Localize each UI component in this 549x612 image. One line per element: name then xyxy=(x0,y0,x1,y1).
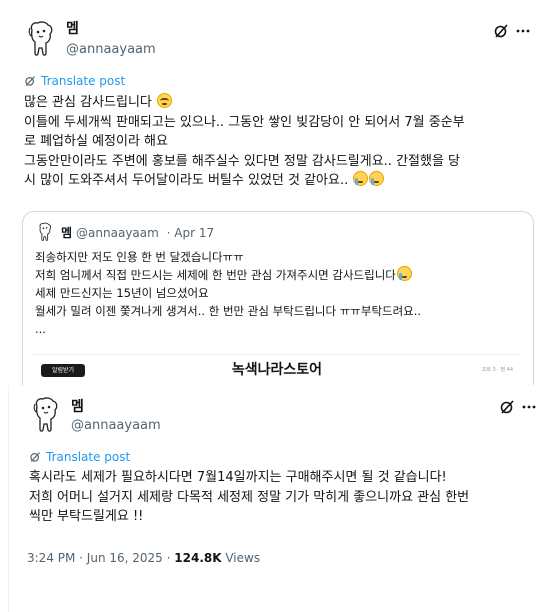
post-text: 혹시라도 세제가 필요하시다면 7월14일까지는 구매해주시면 될 것 같습니다… xyxy=(29,470,470,524)
post-timestamp[interactable]: 3:24 PM · Jun 16, 2025 · xyxy=(27,551,170,565)
translate-post-link[interactable]: Translate post xyxy=(29,449,130,465)
translate-icon xyxy=(30,452,40,462)
translate-icon xyxy=(25,76,35,86)
avatar-dog-icon xyxy=(28,21,53,56)
quote-handle: @annaayaam xyxy=(76,226,159,240)
post-2: 멤 @annaayaam Translate post 혹시라도 세제가 필요하… xyxy=(8,386,549,612)
quote-text: 죄송하지만 저도 인용 한 번 달겠습니다ㅠㅠ 저희 엄니께서 직접 만드시는 … xyxy=(35,250,422,336)
translate-label: Translate post xyxy=(46,450,131,464)
quoted-post[interactable]: 멤 @annaayaam · Apr 17 죄송하지만 저도 인용 한 번 달겠습… xyxy=(22,211,534,385)
quote-meta: 멤 @annaayaam · Apr 17 xyxy=(61,225,214,241)
banner-stats: 조회 3 · 찜 44 xyxy=(481,367,513,373)
quote-avatar xyxy=(37,222,53,242)
banner-title: 녹색나라스토어 xyxy=(231,362,323,378)
more-icon[interactable] xyxy=(514,22,532,40)
translate-label: Translate post xyxy=(41,74,126,88)
grok-icon[interactable] xyxy=(498,398,516,416)
post-1: 멤 @annaayaam Translate post 많은 관심 감사드립니다… xyxy=(0,0,549,385)
avatar-dog-icon xyxy=(39,222,52,241)
user-handle[interactable]: @annaayaam xyxy=(71,417,161,434)
display-name[interactable]: 멤 xyxy=(71,398,84,416)
display-name[interactable]: 멤 xyxy=(66,20,79,38)
avatar-dog-icon xyxy=(33,397,58,432)
crying-face-emoji xyxy=(396,266,412,281)
avatar[interactable] xyxy=(31,396,61,434)
crying-face-emoji xyxy=(369,171,385,186)
smiling-face-with-tears-emoji xyxy=(157,93,173,108)
avatar[interactable] xyxy=(26,20,56,58)
grok-icon[interactable] xyxy=(492,22,510,40)
more-icon[interactable] xyxy=(520,398,538,416)
quote-media-banner[interactable]: 알림받기 녹색나라스토어 조회 3 · 찜 44 xyxy=(33,354,521,385)
user-handle[interactable]: @annaayaam xyxy=(66,41,156,58)
post-text: 많은 관심 감사드립니다 이틀에 두세개씩 판매되고는 있으나.. 그동안 쌓인… xyxy=(24,93,465,188)
quote-name: 멤 xyxy=(61,226,73,240)
crying-face-emoji xyxy=(353,171,369,186)
views-label: Views xyxy=(225,551,261,565)
post-footer: 3:24 PM · Jun 16, 2025 · 124.8K Views xyxy=(27,550,260,566)
views-count: 124.8K xyxy=(174,551,222,565)
quote-date: · Apr 17 xyxy=(166,226,215,240)
translate-post-link[interactable]: Translate post xyxy=(24,73,125,89)
